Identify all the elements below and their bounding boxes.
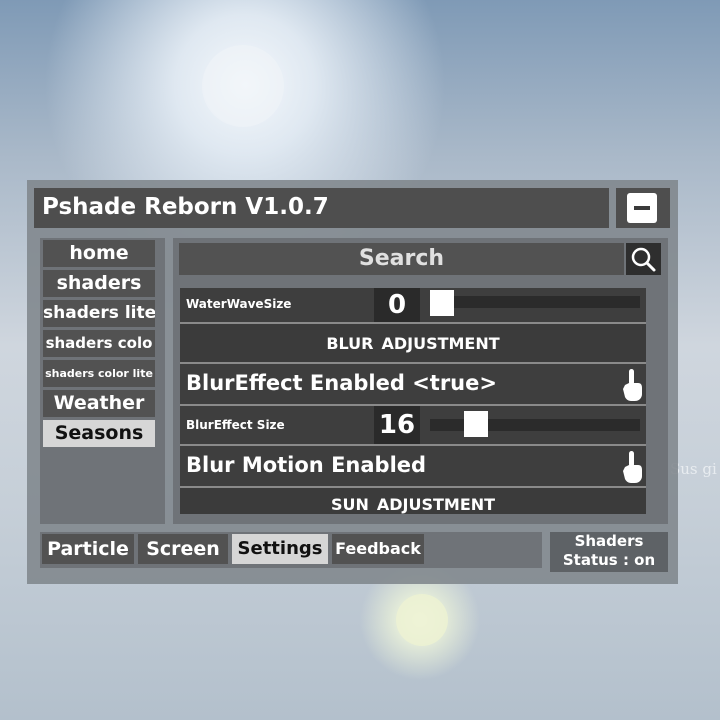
water-wave-size-value: 0 <box>374 288 420 322</box>
search-button[interactable] <box>626 243 661 275</box>
tab-settings[interactable]: Settings <box>232 534 328 564</box>
status-value: Status : on <box>562 551 656 569</box>
minimize-icon <box>627 193 657 223</box>
water-wave-size-track[interactable] <box>430 296 640 308</box>
blur-effect-size-slider-thumb[interactable] <box>464 411 488 437</box>
sidebar-item-shaders-color-lite[interactable]: shaders color lite <box>43 360 155 387</box>
search-input[interactable]: Search <box>179 243 624 275</box>
minimize-button[interactable] <box>616 188 670 228</box>
blur-motion-enabled-label: Blur Motion Enabled <box>186 453 427 477</box>
shaders-status-badge: Shaders Status : on <box>550 532 668 572</box>
sidebar: home shaders shaders lite shaders colo s… <box>40 238 165 524</box>
blur-motion-enabled-row[interactable]: Blur Motion Enabled <box>180 446 646 486</box>
blur-effect-size-label: BlurEffect Size <box>186 418 285 432</box>
tab-screen[interactable]: Screen <box>138 534 228 564</box>
sky-sun-glow <box>202 45 284 127</box>
sidebar-item-shaders[interactable]: shaders <box>43 270 155 297</box>
sidebar-item-shaders-lite[interactable]: shaders lite <box>43 300 155 327</box>
pointer-hand-icon[interactable] <box>622 367 644 403</box>
settings-panel: Search WaterWaveSize 0 BLUR ADJUSTMENT B… <box>173 238 668 524</box>
water-wave-size-slider-thumb[interactable] <box>430 290 454 316</box>
bottom-tab-bar: Particle Screen Settings Feedback <box>40 532 542 568</box>
sidebar-item-seasons[interactable]: Seasons <box>43 420 155 447</box>
water-wave-size-label: WaterWaveSize <box>186 297 292 311</box>
settings-list: WaterWaveSize 0 BLUR ADJUSTMENT BlurEffe… <box>180 288 646 514</box>
blur-adjustment-header: BLUR ADJUSTMENT <box>180 324 646 362</box>
blur-effect-enabled-row[interactable]: BlurEffect Enabled <true> <box>180 364 646 404</box>
sidebar-item-weather[interactable]: Weather <box>43 390 155 417</box>
tab-feedback[interactable]: Feedback <box>332 534 424 564</box>
title-bar[interactable]: Pshade Reborn V1.0.7 <box>34 188 609 228</box>
blur-effect-enabled-label: BlurEffect Enabled <true> <box>186 371 497 395</box>
sky-sun-reflection <box>396 594 448 646</box>
pointer-hand-icon[interactable] <box>622 449 644 485</box>
blur-effect-size-value: 16 <box>374 406 420 444</box>
blur-effect-size-track[interactable] <box>430 419 640 431</box>
blur-effect-size-row: BlurEffect Size 16 <box>180 406 646 444</box>
search-icon <box>631 247 656 272</box>
sidebar-item-home[interactable]: home <box>43 240 155 267</box>
pshade-window: Pshade Reborn V1.0.7 home shaders shader… <box>27 180 678 584</box>
status-title: Shaders <box>574 532 644 550</box>
sidebar-item-shaders-color[interactable]: shaders colo <box>43 330 155 357</box>
tab-particle[interactable]: Particle <box>42 534 134 564</box>
water-wave-size-row: WaterWaveSize 0 <box>180 288 646 322</box>
sun-adjustment-header: SUN ADJUSTMENT <box>180 488 646 514</box>
window-title: Pshade Reborn V1.0.7 <box>42 194 329 220</box>
